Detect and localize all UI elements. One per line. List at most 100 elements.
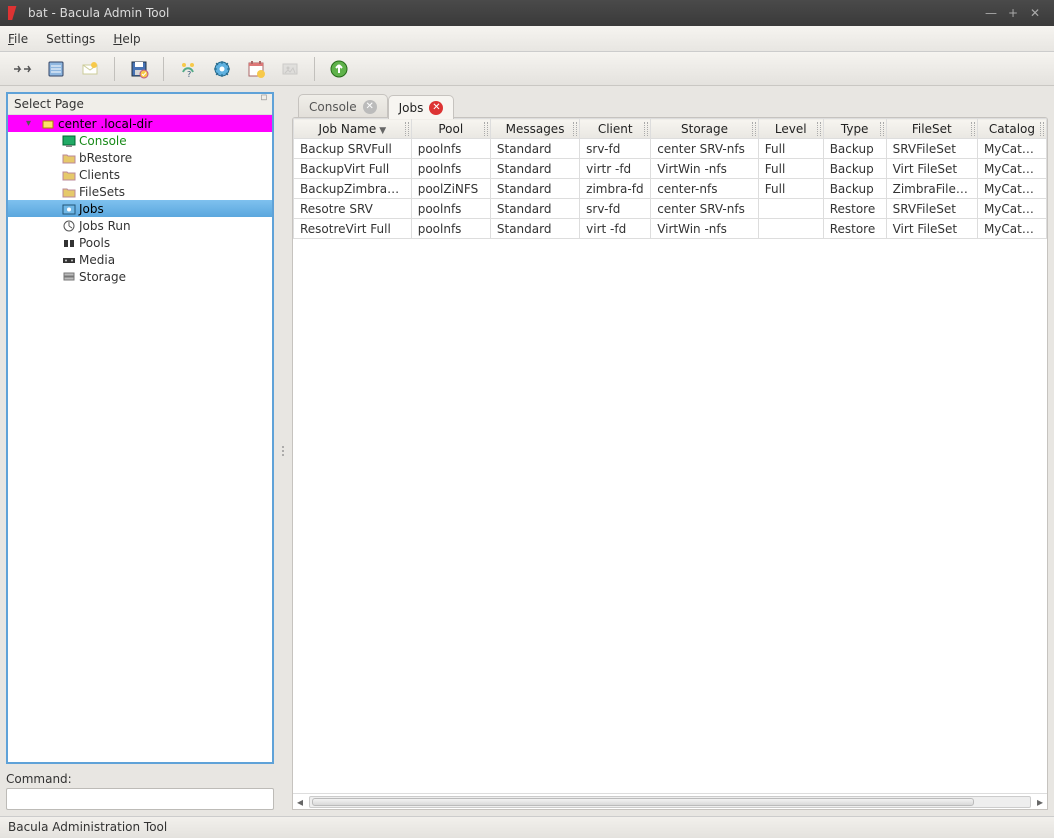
cell-catalog: MyCatalog	[977, 179, 1046, 199]
column-resizer[interactable]	[484, 122, 488, 136]
cell-pool: poolZiNFS	[411, 179, 490, 199]
cell-level	[758, 199, 823, 219]
tree-item-jobs-run[interactable]: Jobs Run	[8, 217, 272, 234]
table-row[interactable]: BackupVirt FullpoolnfsStandardvirtr -fdV…	[294, 159, 1047, 179]
tree-item-label: Pools	[79, 236, 110, 250]
maximize-button[interactable]: +	[1002, 6, 1024, 20]
menu-help[interactable]: Help	[113, 32, 140, 46]
tree-item-filesets[interactable]: FileSets	[8, 183, 272, 200]
tab-close-icon[interactable]: ✕	[363, 100, 377, 114]
cell-msg: Standard	[490, 139, 579, 159]
column-label: Pool	[438, 122, 463, 136]
scroll-left-arrow[interactable]: ◂	[293, 795, 307, 809]
tree-item-brestore[interactable]: bRestore	[8, 149, 272, 166]
cell-type: Restore	[823, 219, 886, 239]
command-input[interactable]	[6, 788, 274, 810]
column-header-messages[interactable]: Messages	[490, 119, 579, 139]
estimate-button[interactable]: ?	[174, 55, 202, 83]
column-resizer[interactable]	[405, 122, 409, 136]
minimize-button[interactable]: —	[980, 6, 1002, 20]
column-header-client[interactable]: Client	[580, 119, 651, 139]
tree-item-pools[interactable]: Pools	[8, 234, 272, 251]
command-label: Command:	[6, 772, 274, 786]
column-resizer[interactable]	[644, 122, 648, 136]
folder-icon	[62, 151, 76, 165]
column-label: Catalog	[989, 122, 1035, 136]
page-button[interactable]	[42, 55, 70, 83]
table-row[interactable]: BackupZimbraFullpoolZiNFSStandardzimbra-…	[294, 179, 1047, 199]
tree-item-console[interactable]: Console	[8, 132, 272, 149]
svg-text:?: ?	[187, 70, 191, 79]
column-header-level[interactable]: Level	[758, 119, 823, 139]
column-header-fileset[interactable]: FileSet	[886, 119, 977, 139]
cell-job: BackupZimbraFull	[294, 179, 412, 199]
tree-item-label: Console	[79, 134, 127, 148]
sort-indicator-icon: ▼	[379, 126, 386, 136]
cell-pool: poolnfs	[411, 139, 490, 159]
cell-pool: poolnfs	[411, 199, 490, 219]
console-icon	[62, 134, 76, 148]
toolbar-separator	[114, 57, 115, 81]
tab-jobs[interactable]: Jobs✕	[388, 95, 455, 119]
connect-button[interactable]	[8, 55, 36, 83]
cell-type: Backup	[823, 159, 886, 179]
photo-button	[276, 55, 304, 83]
jobs-panel: Job Name▼ Pool Messages Client Storage LevelT…	[292, 117, 1048, 810]
mail-button[interactable]	[76, 55, 104, 83]
schedule-button[interactable]	[242, 55, 270, 83]
column-resizer[interactable]	[880, 122, 884, 136]
column-header-pool[interactable]: Pool	[411, 119, 490, 139]
column-header-type[interactable]: Type	[823, 119, 886, 139]
menu-settings[interactable]: Settings	[46, 32, 95, 46]
save-button[interactable]	[125, 55, 153, 83]
run-button[interactable]	[208, 55, 236, 83]
left-panel: Select Page ◇ ▾center .local-dir Consoleb…	[6, 92, 274, 810]
cell-fileset: SRVFileSet	[886, 139, 977, 159]
table-row[interactable]: Resotre SRVpoolnfsStandard srv-fdcenter …	[294, 199, 1047, 219]
pools-icon	[62, 236, 76, 250]
status-bar: Bacula Administration Tool	[0, 816, 1054, 838]
column-label: Storage	[681, 122, 728, 136]
tree-item-media[interactable]: Media	[8, 251, 272, 268]
cell-client: virt -fd	[580, 219, 651, 239]
cell-fileset: Virt FileSet	[886, 159, 977, 179]
menu-file[interactable]: File	[8, 32, 28, 46]
column-header-catalog[interactable]: Catalog	[977, 119, 1046, 139]
close-button[interactable]: ✕	[1024, 6, 1046, 20]
column-resizer[interactable]	[817, 122, 821, 136]
tree-item-label: FileSets	[79, 185, 125, 199]
tab-close-icon[interactable]: ✕	[429, 101, 443, 115]
status-text: Bacula Administration Tool	[8, 820, 167, 834]
cell-level: Full	[758, 159, 823, 179]
grip-icon[interactable]: ◇	[258, 92, 271, 104]
splitter[interactable]	[280, 92, 286, 810]
tab-console[interactable]: Console✕	[298, 94, 388, 118]
column-label: Messages	[506, 122, 565, 136]
cell-fileset: ZimbraFileSet	[886, 179, 977, 199]
column-header-storage[interactable]: Storage	[651, 119, 759, 139]
jobs-icon	[62, 202, 76, 216]
horizontal-scrollbar[interactable]: ◂ ▸	[293, 793, 1047, 809]
cell-job: Resotre SRV	[294, 199, 412, 219]
scroll-right-arrow[interactable]: ▸	[1033, 795, 1047, 809]
cell-client: srv-fd	[580, 139, 651, 159]
tree-header-label: Select Page	[14, 97, 84, 111]
column-header-job-name[interactable]: Job Name▼	[294, 119, 412, 139]
refresh-button[interactable]	[325, 55, 353, 83]
tree-item-jobs[interactable]: Jobs	[8, 200, 272, 217]
media-icon	[62, 253, 76, 267]
tree-item-storage[interactable]: Storage	[8, 268, 272, 285]
column-resizer[interactable]	[1040, 122, 1044, 136]
tree-root[interactable]: ▾center .local-dir	[8, 115, 272, 132]
cell-job: ResotreVirt Full	[294, 219, 412, 239]
cell-msg: Standard	[490, 199, 579, 219]
tree-item-label: Clients	[79, 168, 120, 182]
column-resizer[interactable]	[573, 122, 577, 136]
column-resizer[interactable]	[971, 122, 975, 136]
tabs-row: Console✕Jobs✕	[292, 92, 1048, 118]
column-resizer[interactable]	[752, 122, 756, 136]
table-row[interactable]: Backup SRVFullpoolnfsStandard srv-fdcent…	[294, 139, 1047, 159]
toolbar-separator	[314, 57, 315, 81]
table-row[interactable]: ResotreVirt FullpoolnfsStandardvirt -fdV…	[294, 219, 1047, 239]
tree-item-clients[interactable]: Clients	[8, 166, 272, 183]
